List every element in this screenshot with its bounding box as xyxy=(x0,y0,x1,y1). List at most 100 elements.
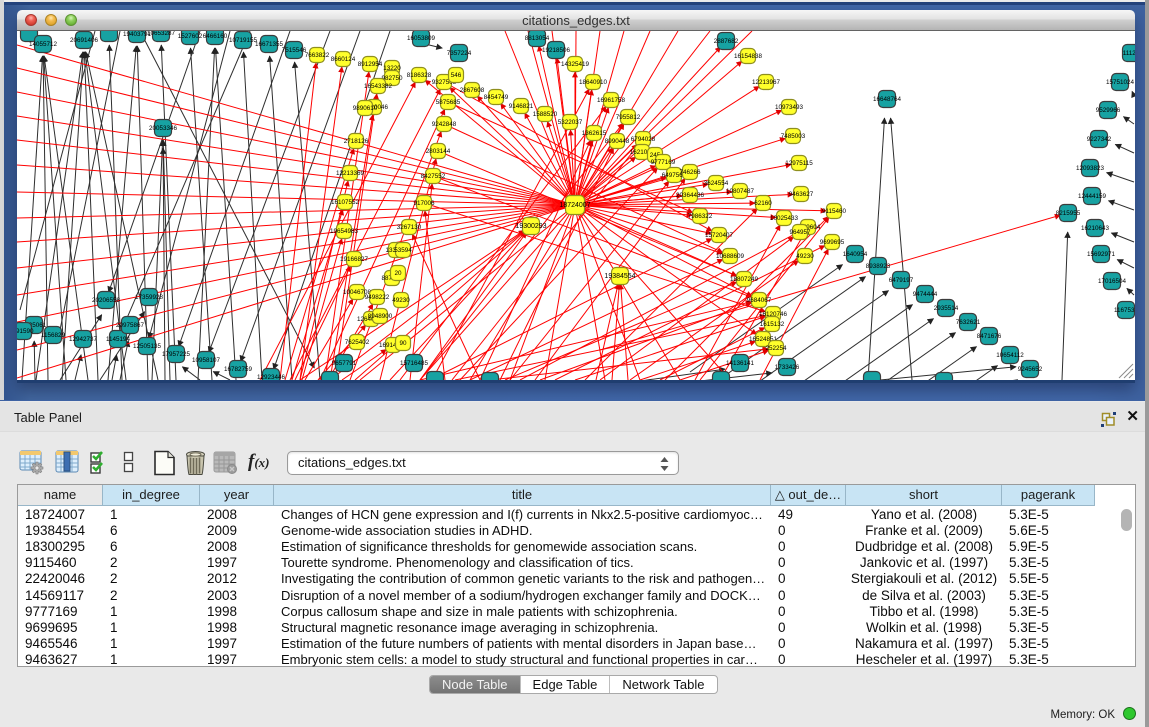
svg-text:14136141: 14136141 xyxy=(726,360,755,367)
svg-text:49230: 49230 xyxy=(796,253,814,260)
svg-text:18724007: 18724007 xyxy=(559,202,590,209)
svg-text:8454749: 8454749 xyxy=(484,94,509,101)
svg-text:15692971: 15692971 xyxy=(1087,251,1116,258)
svg-text:8186328: 8186328 xyxy=(407,72,432,79)
svg-text:20975867: 20975867 xyxy=(116,322,145,329)
svg-text:8471676: 8471676 xyxy=(977,333,1002,340)
svg-text:8215955: 8215955 xyxy=(1056,210,1081,217)
svg-text:3624554: 3624554 xyxy=(704,180,729,187)
svg-text:2935514: 2935514 xyxy=(934,305,959,312)
svg-text:7663822: 7663822 xyxy=(305,52,330,59)
svg-text:391590: 391590 xyxy=(17,328,34,335)
svg-text:10958107: 10958107 xyxy=(192,357,221,364)
svg-text:12093823: 12093823 xyxy=(1076,165,1105,172)
svg-text:8660124: 8660124 xyxy=(331,56,356,63)
svg-text:9146821: 9146821 xyxy=(509,103,534,110)
svg-text:2718126: 2718126 xyxy=(344,138,369,145)
svg-text:917006: 917006 xyxy=(413,200,435,207)
svg-text:9115460: 9115460 xyxy=(822,208,847,215)
svg-text:20053346: 20053346 xyxy=(149,125,178,132)
svg-text:8990448: 8990448 xyxy=(605,138,630,145)
svg-text:9474444: 9474444 xyxy=(913,291,938,298)
svg-text:19218506: 19218506 xyxy=(542,47,571,54)
svg-text:12975115: 12975115 xyxy=(785,160,813,167)
svg-text:5875685: 5875685 xyxy=(436,99,461,106)
svg-text:7986322: 7986322 xyxy=(688,213,713,220)
svg-text:20: 20 xyxy=(394,270,402,277)
svg-text:7515546: 7515546 xyxy=(282,47,307,54)
svg-text:964957: 964957 xyxy=(789,229,811,236)
svg-text:7485003: 7485003 xyxy=(781,133,806,140)
svg-text:16053809: 16053809 xyxy=(407,35,436,42)
svg-text:20364436: 20364436 xyxy=(676,192,705,199)
svg-text:10654112: 10654112 xyxy=(996,352,1024,359)
svg-text:10807487: 10807487 xyxy=(726,188,755,195)
svg-text:49230: 49230 xyxy=(392,297,410,304)
svg-text:16782759: 16782759 xyxy=(224,366,253,373)
svg-text:2867608: 2867608 xyxy=(460,87,485,94)
svg-text:19300293: 19300293 xyxy=(515,223,546,230)
svg-text:11120: 11120 xyxy=(1123,50,1135,57)
svg-text:53594: 53594 xyxy=(394,247,412,254)
svg-text:252254: 252254 xyxy=(765,345,787,352)
svg-text:3267130: 3267130 xyxy=(397,224,422,231)
svg-text:9245652: 9245652 xyxy=(1018,366,1043,373)
svg-text:9529966: 9529966 xyxy=(1096,107,1121,114)
svg-text:10719155: 10719155 xyxy=(229,37,258,44)
svg-text:19166827: 19166827 xyxy=(340,256,369,263)
svg-text:9777169: 9777169 xyxy=(651,159,676,166)
svg-text:1167533: 1167533 xyxy=(1114,307,1135,314)
svg-text:12213369: 12213369 xyxy=(336,170,365,177)
svg-text:7357224: 7357224 xyxy=(447,50,472,57)
svg-text:1733426: 1733426 xyxy=(775,364,800,371)
svg-text:10973493: 10973493 xyxy=(775,104,804,111)
svg-text:16210643: 16210643 xyxy=(1081,225,1110,232)
svg-text:8427552: 8427552 xyxy=(421,173,446,180)
svg-text:746266: 746266 xyxy=(679,169,701,176)
svg-text:6466160: 6466160 xyxy=(203,33,228,40)
svg-text:20206558: 20206558 xyxy=(92,297,121,304)
svg-text:2887682: 2887682 xyxy=(714,38,739,45)
svg-text:16961758: 16961758 xyxy=(597,97,626,104)
svg-text:5322037: 5322037 xyxy=(558,119,583,126)
svg-text:16154838: 16154838 xyxy=(734,53,763,60)
svg-text:16648764: 16648764 xyxy=(873,96,902,103)
svg-text:18640910: 18640910 xyxy=(579,79,608,86)
svg-text:9657791: 9657791 xyxy=(332,360,357,367)
svg-text:1527602: 1527602 xyxy=(178,33,203,40)
svg-text:20691406: 20691406 xyxy=(70,37,99,44)
svg-text:1145194: 1145194 xyxy=(106,336,131,343)
svg-text:14325419: 14325419 xyxy=(561,61,590,68)
svg-text:15751024: 15751024 xyxy=(1106,79,1135,86)
svg-text:8938923: 8938923 xyxy=(866,263,891,270)
svg-text:7955812: 7955812 xyxy=(616,114,641,121)
svg-text:12505135: 12505135 xyxy=(133,343,162,350)
svg-text:14055712: 14055712 xyxy=(29,41,58,48)
svg-text:9463627: 9463627 xyxy=(789,191,814,198)
svg-text:2803144: 2803144 xyxy=(426,148,451,155)
svg-text:15716485: 15716485 xyxy=(400,360,429,367)
svg-text:62160: 62160 xyxy=(754,200,772,207)
svg-text:8813054: 8813054 xyxy=(525,35,550,42)
svg-text:19384554: 19384554 xyxy=(604,273,635,280)
svg-text:1588520: 1588520 xyxy=(533,111,558,118)
svg-text:16543382: 16543382 xyxy=(364,83,393,90)
svg-text:1640954: 1640954 xyxy=(843,251,868,258)
svg-text:9890610: 9890610 xyxy=(353,105,378,112)
svg-text:546: 546 xyxy=(451,72,462,79)
svg-text:7632621: 7632621 xyxy=(956,319,981,326)
svg-text:16671355: 16671355 xyxy=(255,41,284,48)
svg-text:1362615: 1362615 xyxy=(582,130,607,137)
svg-text:18807249: 18807249 xyxy=(730,276,759,283)
svg-text:9242848: 9242848 xyxy=(432,121,457,128)
svg-text:9498222: 9498222 xyxy=(365,294,390,301)
svg-text:10688609: 10688609 xyxy=(716,253,745,260)
svg-text:6794028: 6794028 xyxy=(631,136,656,143)
svg-text:16107552: 16107552 xyxy=(331,199,360,206)
svg-text:10025433: 10025433 xyxy=(770,215,799,222)
svg-text:12213967: 12213967 xyxy=(752,79,781,86)
svg-text:10653287: 10653287 xyxy=(147,31,176,37)
svg-text:17359928: 17359928 xyxy=(135,294,164,301)
svg-text:90: 90 xyxy=(399,340,407,347)
svg-text:12444159: 12444159 xyxy=(1078,193,1107,200)
